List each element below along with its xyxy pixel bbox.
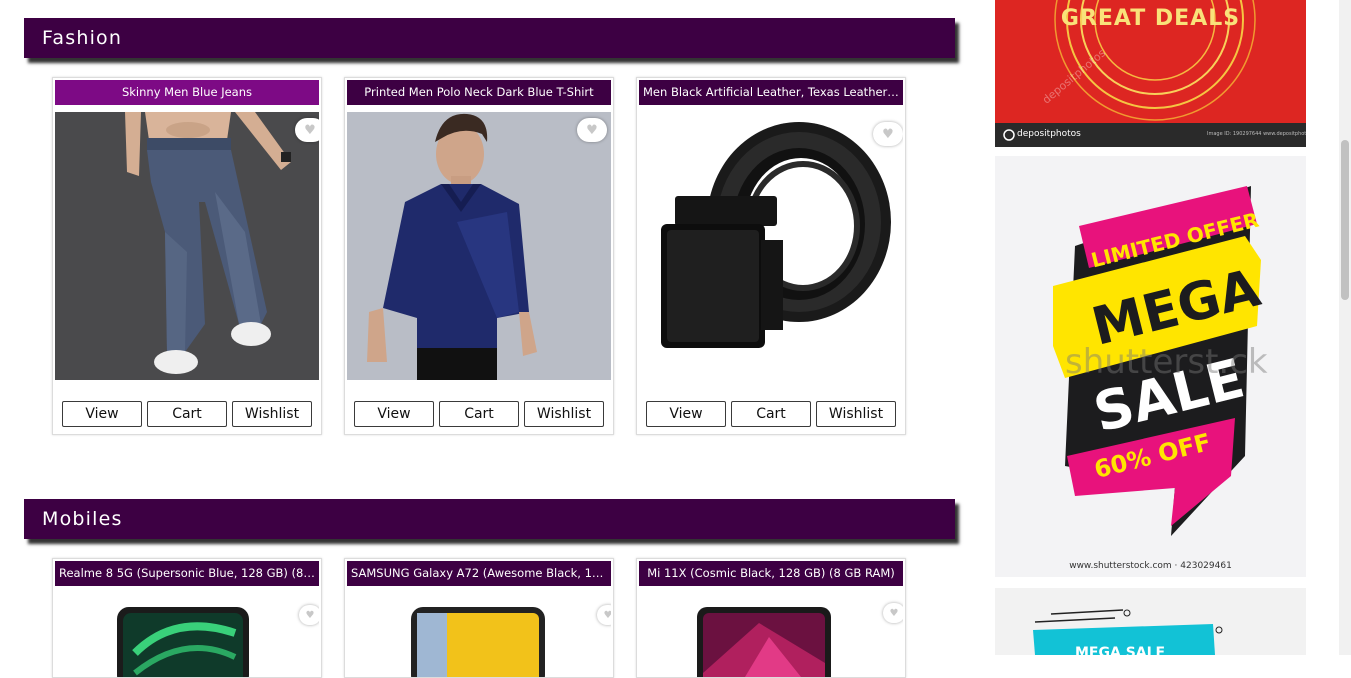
ad-footer: www.shutterstock.com · 423029461 [1069, 561, 1232, 571]
product-image[interactable]: ♥ [347, 593, 611, 677]
ad-banner-great-deals[interactable]: GREAT DEALS depositphotos depositphotos … [995, 0, 1306, 147]
wishlist-button[interactable]: Wishlist [816, 401, 896, 427]
product-card: Skinny Men Blue Jeans ♥ View Cart Wishli… [52, 77, 322, 435]
heart-icon[interactable]: ♥ [597, 605, 611, 625]
product-title[interactable]: Mi 11X (Cosmic Black, 128 GB) (8 GB RAM) [639, 561, 903, 586]
product-title[interactable]: Realme 8 5G (Supersonic Blue, 128 GB) (8… [55, 561, 319, 586]
heart-icon[interactable]: ♥ [295, 118, 319, 142]
ad-text: MEGA SALE [1075, 645, 1166, 655]
ad-banner-mega-sale[interactable]: LIMITED OFFER MEGA SALE 60% OFF shutters… [995, 156, 1306, 577]
ad-brand: depositphotos [1017, 129, 1081, 139]
section-header-fashion: Fashion [24, 18, 955, 58]
product-title[interactable]: Men Black Artificial Leather, Texas Leat… [639, 80, 903, 105]
product-title[interactable]: SAMSUNG Galaxy A72 (Awesome Black, 128 .… [347, 561, 611, 586]
product-image[interactable]: ♥ [55, 593, 319, 677]
view-button[interactable]: View [354, 401, 434, 427]
section-header-mobiles: Mobiles [24, 499, 955, 539]
product-card: SAMSUNG Galaxy A72 (Awesome Black, 128 .… [344, 558, 614, 678]
product-card: Realme 8 5G (Supersonic Blue, 128 GB) (8… [52, 558, 322, 678]
section-title: Mobiles [42, 508, 123, 530]
view-button[interactable]: View [62, 401, 142, 427]
product-image[interactable]: ♥ [55, 112, 319, 380]
heart-icon[interactable]: ♥ [577, 118, 607, 142]
cart-button[interactable]: Cart [439, 401, 519, 427]
section-title: Fashion [42, 27, 123, 49]
ad-image-id: Image ID: 190297644 www.depositphotos.co… [1207, 131, 1306, 137]
cart-button[interactable]: Cart [147, 401, 227, 427]
wishlist-button[interactable]: Wishlist [232, 401, 312, 427]
product-image[interactable]: ♥ [639, 112, 903, 380]
product-title[interactable]: Skinny Men Blue Jeans [55, 80, 319, 105]
scrollbar-thumb[interactable] [1341, 140, 1349, 300]
ad-watermark: shutterst.ck [1065, 342, 1268, 382]
page-scrollbar[interactable] [1339, 0, 1351, 655]
product-image[interactable]: ♥ [639, 593, 903, 677]
ad-banner-third[interactable]: MEGA SALE [995, 588, 1306, 655]
ad-headline: GREAT DEALS [1060, 6, 1241, 31]
product-title[interactable]: Printed Men Polo Neck Dark Blue T-Shirt [347, 80, 611, 105]
heart-icon[interactable]: ♥ [873, 122, 903, 146]
view-button[interactable]: View [646, 401, 726, 427]
product-card: Printed Men Polo Neck Dark Blue T-Shirt … [344, 77, 614, 435]
product-card: Men Black Artificial Leather, Texas Leat… [636, 77, 906, 435]
cart-button[interactable]: Cart [731, 401, 811, 427]
heart-icon[interactable]: ♥ [299, 605, 319, 625]
wishlist-button[interactable]: Wishlist [524, 401, 604, 427]
product-image[interactable]: ♥ [347, 112, 611, 380]
heart-icon[interactable]: ♥ [883, 603, 903, 623]
product-card: Mi 11X (Cosmic Black, 128 GB) (8 GB RAM)… [636, 558, 906, 678]
